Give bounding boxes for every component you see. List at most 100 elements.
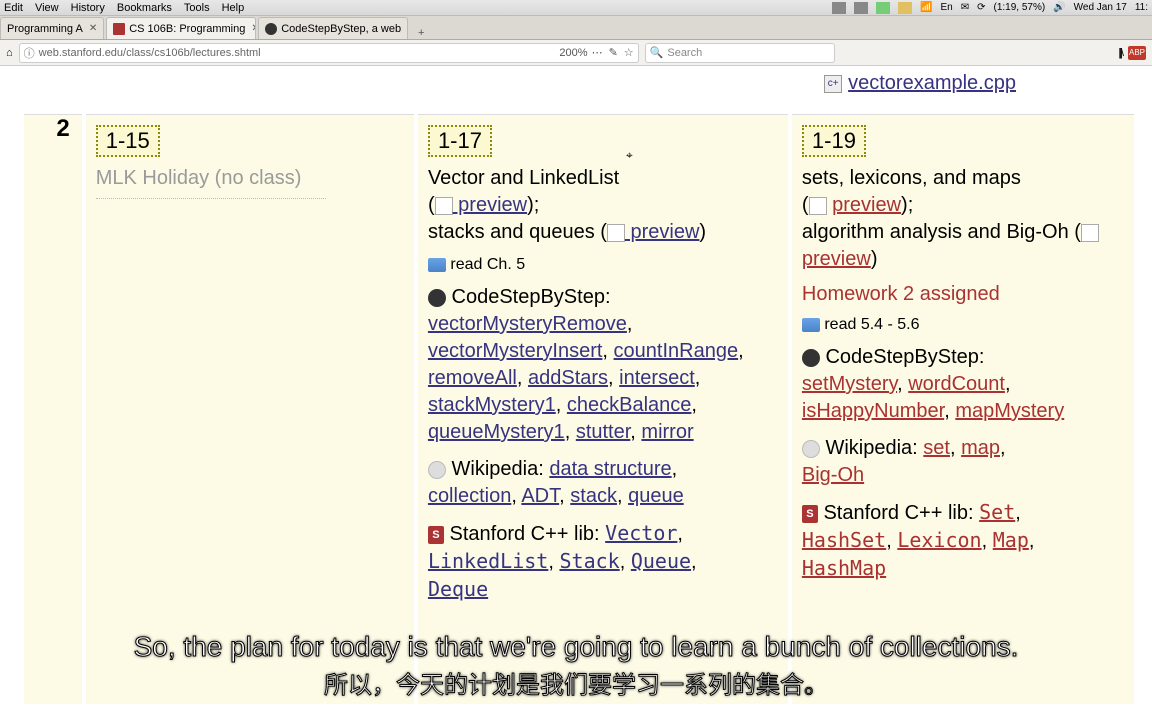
tab-label: CS 106B: Programming bbox=[129, 23, 245, 35]
preview-link[interactable]: preview bbox=[832, 194, 901, 216]
csbs-link[interactable]: isHappyNumber bbox=[802, 400, 944, 422]
close-icon[interactable]: ✕ bbox=[89, 23, 97, 34]
tray-note-icon[interactable] bbox=[898, 2, 912, 14]
divider bbox=[96, 198, 326, 199]
wiki-link[interactable]: Big-Oh bbox=[802, 464, 864, 486]
file-link-vectorexample[interactable]: c+ vectorexample.cpp bbox=[824, 72, 1016, 95]
csbs-block: CodeStepByStep: vectorMysteryRemove, vec… bbox=[428, 284, 778, 446]
lang-indicator[interactable]: En bbox=[940, 2, 952, 13]
volume-icon[interactable]: 🔊 bbox=[1053, 2, 1065, 13]
updates-icon[interactable]: ⟳ bbox=[977, 2, 985, 13]
menu-history[interactable]: History bbox=[71, 2, 105, 14]
reading-text: read Ch. 5 bbox=[450, 256, 525, 273]
browser-toolbar: ⌂ ⓘ web.stanford.edu/class/cs106b/lectur… bbox=[0, 40, 1152, 66]
day-1-19: 1-19 sets, lexicons, and maps ( preview)… bbox=[792, 114, 1134, 704]
csbs-link[interactable]: stutter bbox=[576, 421, 630, 443]
new-tab-button[interactable]: + bbox=[410, 27, 432, 39]
preview-link[interactable]: preview bbox=[802, 248, 871, 270]
csbs-link[interactable]: queueMystery1 bbox=[428, 421, 565, 443]
url-bar[interactable]: ⓘ web.stanford.edu/class/cs106b/lectures… bbox=[19, 43, 639, 63]
menu-edit[interactable]: Edit bbox=[4, 2, 23, 14]
close-icon[interactable]: ✕ bbox=[251, 23, 256, 34]
tab-programming-a[interactable]: Programming A ✕ bbox=[0, 17, 104, 39]
preview-link[interactable]: preview bbox=[625, 221, 699, 243]
file-link-label[interactable]: vectorexample.cpp bbox=[848, 72, 1016, 95]
tab-cs106b[interactable]: CS 106B: Programming ✕ bbox=[106, 17, 256, 39]
slides-icon bbox=[1081, 224, 1099, 242]
wikipedia-icon bbox=[428, 461, 446, 479]
lib-link[interactable]: HashMap bbox=[802, 556, 886, 580]
menu-tools[interactable]: Tools bbox=[184, 2, 210, 14]
lib-link[interactable]: Deque bbox=[428, 577, 488, 601]
day-title: MLK Holiday (no class) bbox=[96, 165, 404, 192]
csbs-link[interactable]: mapMystery bbox=[955, 400, 1064, 422]
more-icon[interactable]: ⋯ bbox=[592, 46, 603, 59]
date-badge: 1-19 bbox=[802, 125, 866, 157]
codestepbystep-icon bbox=[428, 289, 446, 307]
menu-help[interactable]: Help bbox=[222, 2, 245, 14]
tab-codestepbystep[interactable]: CodeStepByStep, a web ✕ bbox=[258, 17, 408, 39]
csbs-link[interactable]: countInRange bbox=[614, 340, 739, 362]
topic-text: algorithm analysis and Big-Oh bbox=[802, 221, 1069, 243]
preview-link[interactable]: preview bbox=[453, 194, 527, 216]
clock[interactable]: Wed Jan 17 bbox=[1074, 2, 1127, 13]
wiki-link[interactable]: stack bbox=[570, 485, 617, 507]
day-topics: Vector and LinkedList ( preview); stacks… bbox=[428, 165, 778, 246]
mail-icon[interactable]: ✉ bbox=[961, 2, 969, 13]
wifi-icon[interactable]: 📶 bbox=[920, 2, 932, 13]
tray-rect-icon[interactable] bbox=[854, 2, 868, 14]
topic-text: sets, lexicons, and maps bbox=[802, 167, 1021, 189]
home-icon[interactable]: ⌂ bbox=[6, 47, 13, 59]
wiki-link[interactable]: map bbox=[961, 437, 1000, 459]
zoom-level[interactable]: 200% bbox=[559, 47, 587, 59]
site-info-icon[interactable]: ⓘ bbox=[24, 45, 35, 61]
lib-link[interactable]: HashSet bbox=[802, 528, 886, 552]
library-icon[interactable]: |||\ bbox=[1118, 47, 1122, 59]
tray-camera-icon[interactable] bbox=[832, 2, 846, 14]
csbs-link[interactable]: addStars bbox=[528, 367, 608, 389]
search-bar[interactable]: 🔍 Search bbox=[645, 43, 835, 63]
adblock-icon[interactable]: ABP bbox=[1128, 46, 1146, 60]
reading-block: read 5.4 - 5.6 bbox=[802, 316, 1124, 334]
csbs-link[interactable]: checkBalance bbox=[567, 394, 692, 416]
slides-icon bbox=[607, 224, 625, 242]
lib-link[interactable]: Lexicon bbox=[897, 528, 981, 552]
wiki-link[interactable]: ADT bbox=[521, 485, 559, 507]
csbs-link[interactable]: intersect bbox=[619, 367, 695, 389]
wiki-block: Wikipedia: data structure, collection, A… bbox=[428, 456, 778, 510]
book-icon bbox=[802, 318, 820, 332]
wiki-link[interactable]: queue bbox=[628, 485, 684, 507]
lib-link[interactable]: Queue bbox=[631, 549, 691, 573]
wiki-block: Wikipedia: set, map, Big-Oh bbox=[802, 435, 1124, 489]
wiki-link[interactable]: collection bbox=[428, 485, 511, 507]
csbs-link[interactable]: mirror bbox=[641, 421, 693, 443]
lib-link[interactable]: Vector bbox=[605, 521, 677, 545]
bookmark-star-icon[interactable]: ☆ bbox=[624, 46, 634, 59]
csbs-link[interactable]: vectorMysteryInsert bbox=[428, 340, 602, 362]
wiki-link[interactable]: data structure bbox=[549, 458, 671, 480]
menu-bookmarks[interactable]: Bookmarks bbox=[117, 2, 172, 14]
lib-link[interactable]: Stack bbox=[559, 549, 619, 573]
wiki-link[interactable]: set bbox=[923, 437, 950, 459]
book-icon bbox=[428, 258, 446, 272]
lib-link[interactable]: Map bbox=[993, 528, 1029, 552]
stanford-icon: S bbox=[802, 505, 818, 523]
menu-view[interactable]: View bbox=[35, 2, 59, 14]
lib-link[interactable]: Set bbox=[979, 500, 1015, 524]
csbs-link[interactable]: setMystery bbox=[802, 373, 897, 395]
reader-icon[interactable]: ✎ bbox=[609, 46, 618, 59]
wiki-label: Wikipedia: bbox=[452, 458, 544, 480]
reading-text: read 5.4 - 5.6 bbox=[824, 316, 919, 333]
os-menubar: Edit View History Bookmarks Tools Help 📶… bbox=[0, 0, 1152, 16]
csbs-label: CodeStepByStep: bbox=[825, 346, 984, 368]
csbs-link[interactable]: stackMystery1 bbox=[428, 394, 556, 416]
csbs-link[interactable]: removeAll bbox=[428, 367, 517, 389]
csbs-block: CodeStepByStep: setMystery, wordCount, i… bbox=[802, 344, 1124, 425]
close-icon[interactable]: ✕ bbox=[407, 23, 408, 34]
slides-icon bbox=[809, 197, 827, 215]
search-icon: 🔍 bbox=[650, 46, 664, 59]
csbs-link[interactable]: vectorMysteryRemove bbox=[428, 313, 627, 335]
lib-link[interactable]: LinkedList bbox=[428, 549, 548, 573]
tray-activity-icon[interactable] bbox=[876, 2, 890, 14]
csbs-link[interactable]: wordCount bbox=[908, 373, 1005, 395]
